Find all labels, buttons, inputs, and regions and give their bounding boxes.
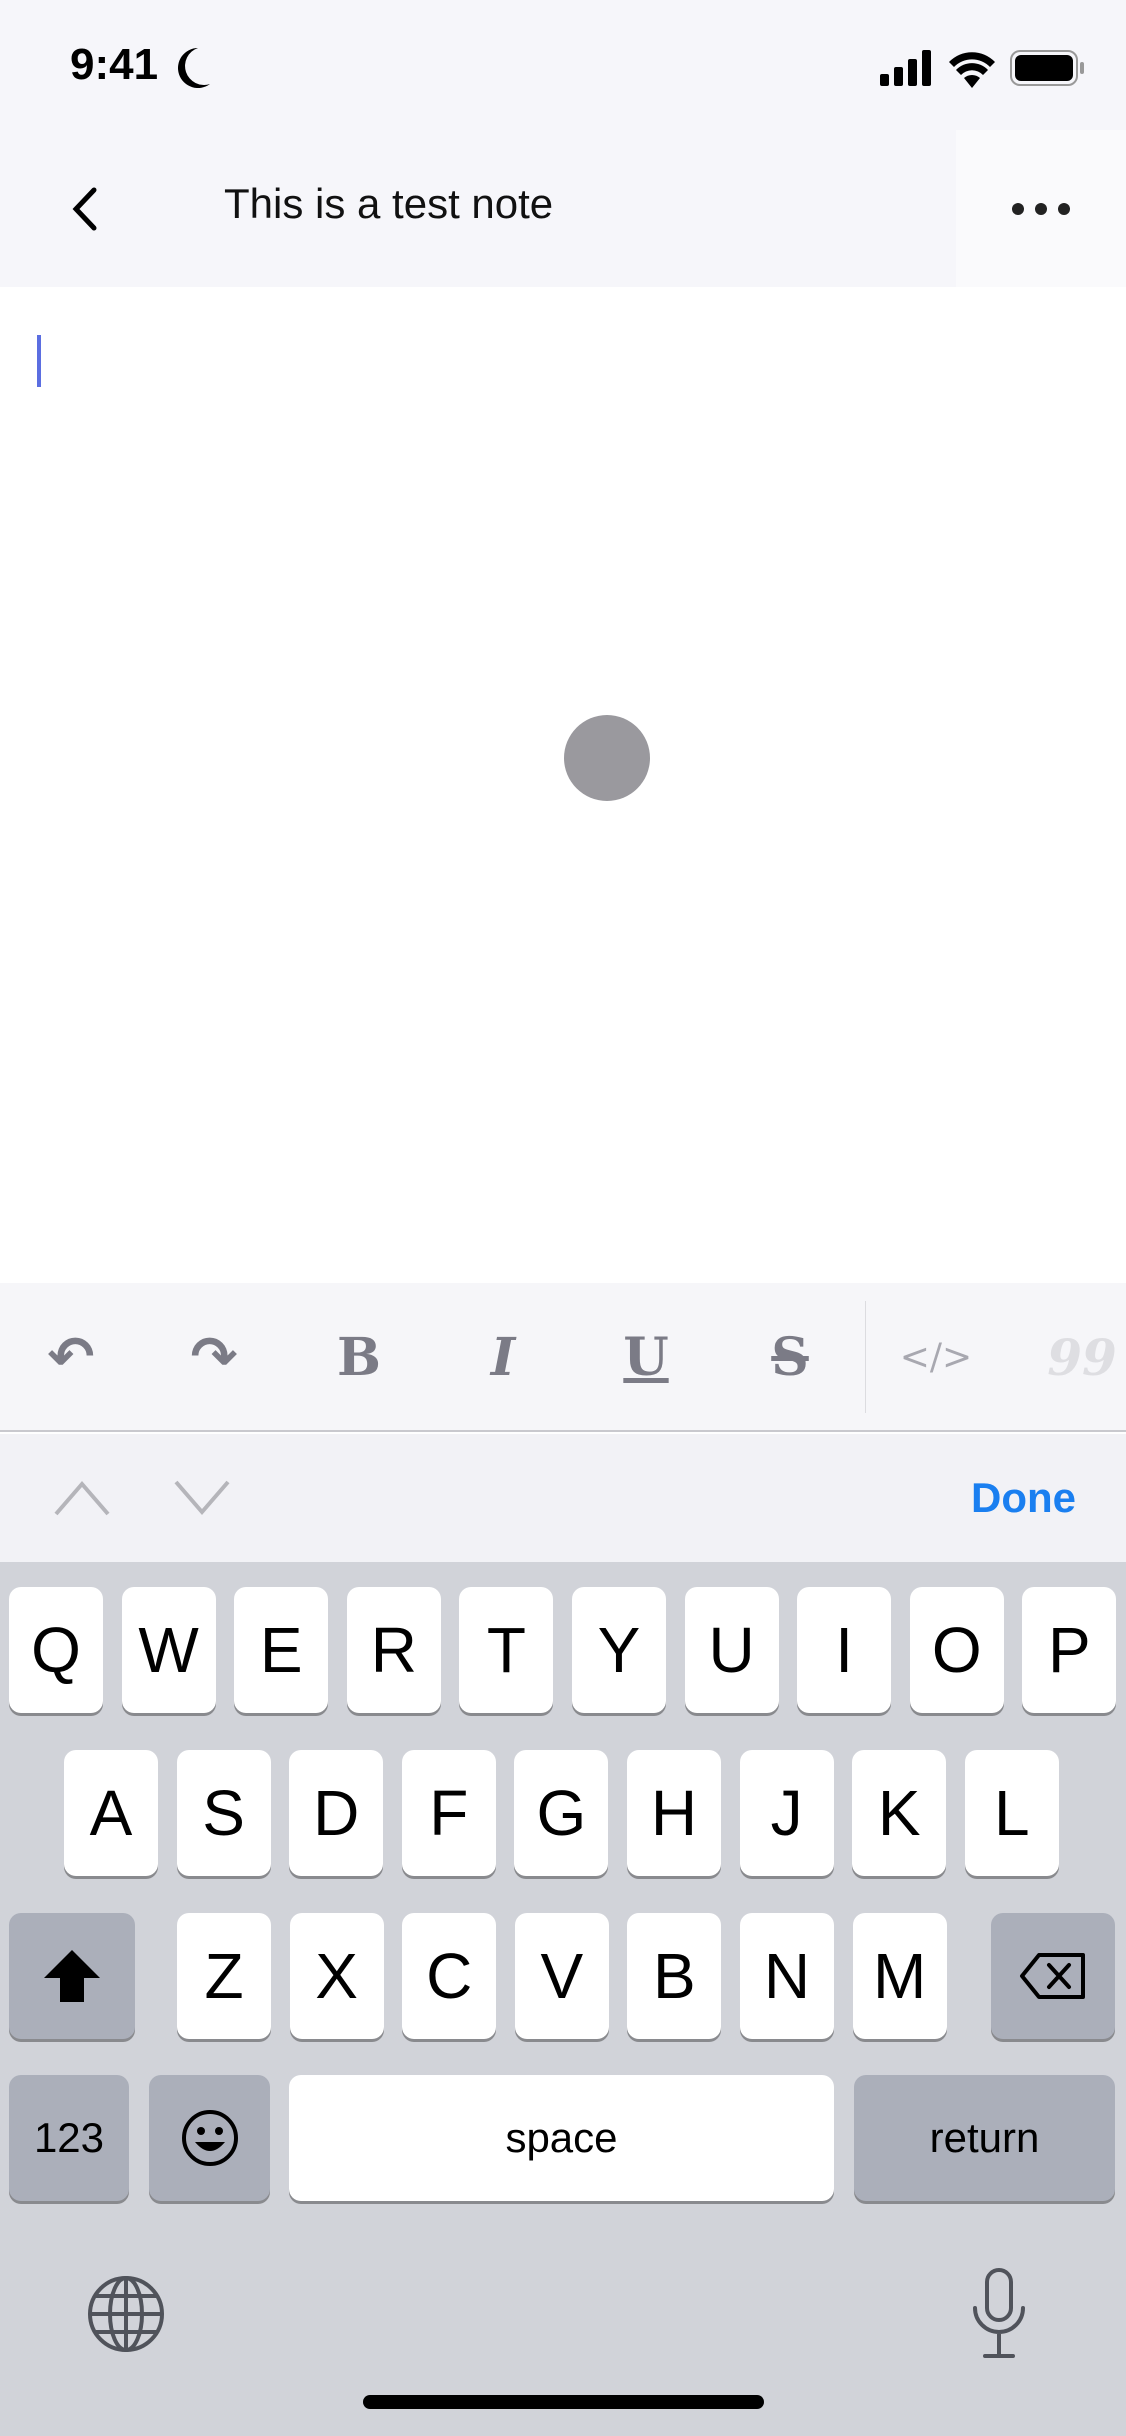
key-n[interactable]: N [740,1913,834,2039]
key-u[interactable]: U [684,1587,779,1713]
underline-button[interactable]: U [596,1283,696,1432]
key-j[interactable]: J [739,1750,834,1876]
quote-button[interactable]: 99 [1032,1283,1126,1432]
ellipsis-icon [1012,202,1070,215]
battery-icon [1010,50,1084,86]
signal-icon [880,50,931,86]
status-bar: 9:41 [0,0,1126,130]
globe-icon[interactable] [86,2274,166,2354]
home-indicator [363,2395,764,2409]
note-editor[interactable] [0,287,1126,1283]
code-button[interactable]: </> [886,1283,986,1432]
redo-button[interactable]: ↷ [164,1283,264,1432]
key-f[interactable]: F [401,1750,496,1876]
key-i[interactable]: I [797,1587,892,1713]
key-g[interactable]: G [514,1750,609,1876]
back-button[interactable] [68,186,100,232]
previous-field-button[interactable] [52,1478,112,1518]
key-m[interactable]: M [852,1913,947,2039]
key-q[interactable]: Q [9,1587,103,1713]
key-z[interactable]: Z [177,1913,271,2039]
key-e[interactable]: E [234,1587,329,1713]
numbers-key[interactable]: 123 [9,2075,129,2201]
delete-key[interactable] [991,1913,1115,2039]
key-x[interactable]: X [289,1913,384,2039]
format-toolbar: ↶ ↷ B I U S </> 99 [0,1283,1126,1432]
shift-icon [44,1950,100,2002]
key-y[interactable]: Y [572,1587,666,1713]
key-r[interactable]: R [346,1587,441,1713]
shift-key[interactable] [9,1913,135,2039]
text-cursor [37,335,41,387]
space-key[interactable]: space [289,2075,834,2201]
nav-bar: This is a test note [0,130,1126,287]
return-key[interactable]: return [854,2075,1115,2201]
key-k[interactable]: K [852,1750,947,1876]
key-l[interactable]: L [964,1750,1059,1876]
wifi-icon [949,52,995,88]
status-time: 9:41 [70,40,159,89]
key-t[interactable]: T [459,1587,554,1713]
done-button[interactable]: Done [971,1474,1076,1522]
key-w[interactable]: W [121,1587,216,1713]
keyboard: 123 space return QWERTYUIOP ASDFGHJKL ZXCV… [0,1562,1126,2436]
key-s[interactable]: S [176,1750,271,1876]
key-a[interactable]: A [64,1750,158,1876]
moon-icon [178,48,210,88]
key-c[interactable]: C [402,1913,497,2039]
key-h[interactable]: H [627,1750,721,1876]
emoji-icon [181,2110,238,2166]
key-p[interactable]: P [1022,1587,1117,1713]
key-d[interactable]: D [289,1750,384,1876]
key-o[interactable]: O [909,1587,1004,1713]
toolbar-divider [865,1301,866,1413]
more-button[interactable] [956,130,1126,287]
italic-button[interactable]: I [453,1283,553,1432]
key-v[interactable]: V [514,1913,609,2039]
delete-icon [1020,1953,1085,1999]
next-field-button[interactable] [172,1478,232,1518]
microphone-icon[interactable] [969,2266,1029,2362]
undo-button[interactable]: ↶ [21,1283,121,1432]
touch-indicator [564,715,650,801]
keyboard-accessory-bar: Done [0,1434,1126,1562]
key-b[interactable]: B [627,1913,722,2039]
note-title: This is a test note [224,180,554,227]
emoji-key[interactable] [149,2075,270,2201]
bold-button[interactable]: B [309,1283,409,1432]
strikethrough-button[interactable]: S [740,1283,840,1432]
